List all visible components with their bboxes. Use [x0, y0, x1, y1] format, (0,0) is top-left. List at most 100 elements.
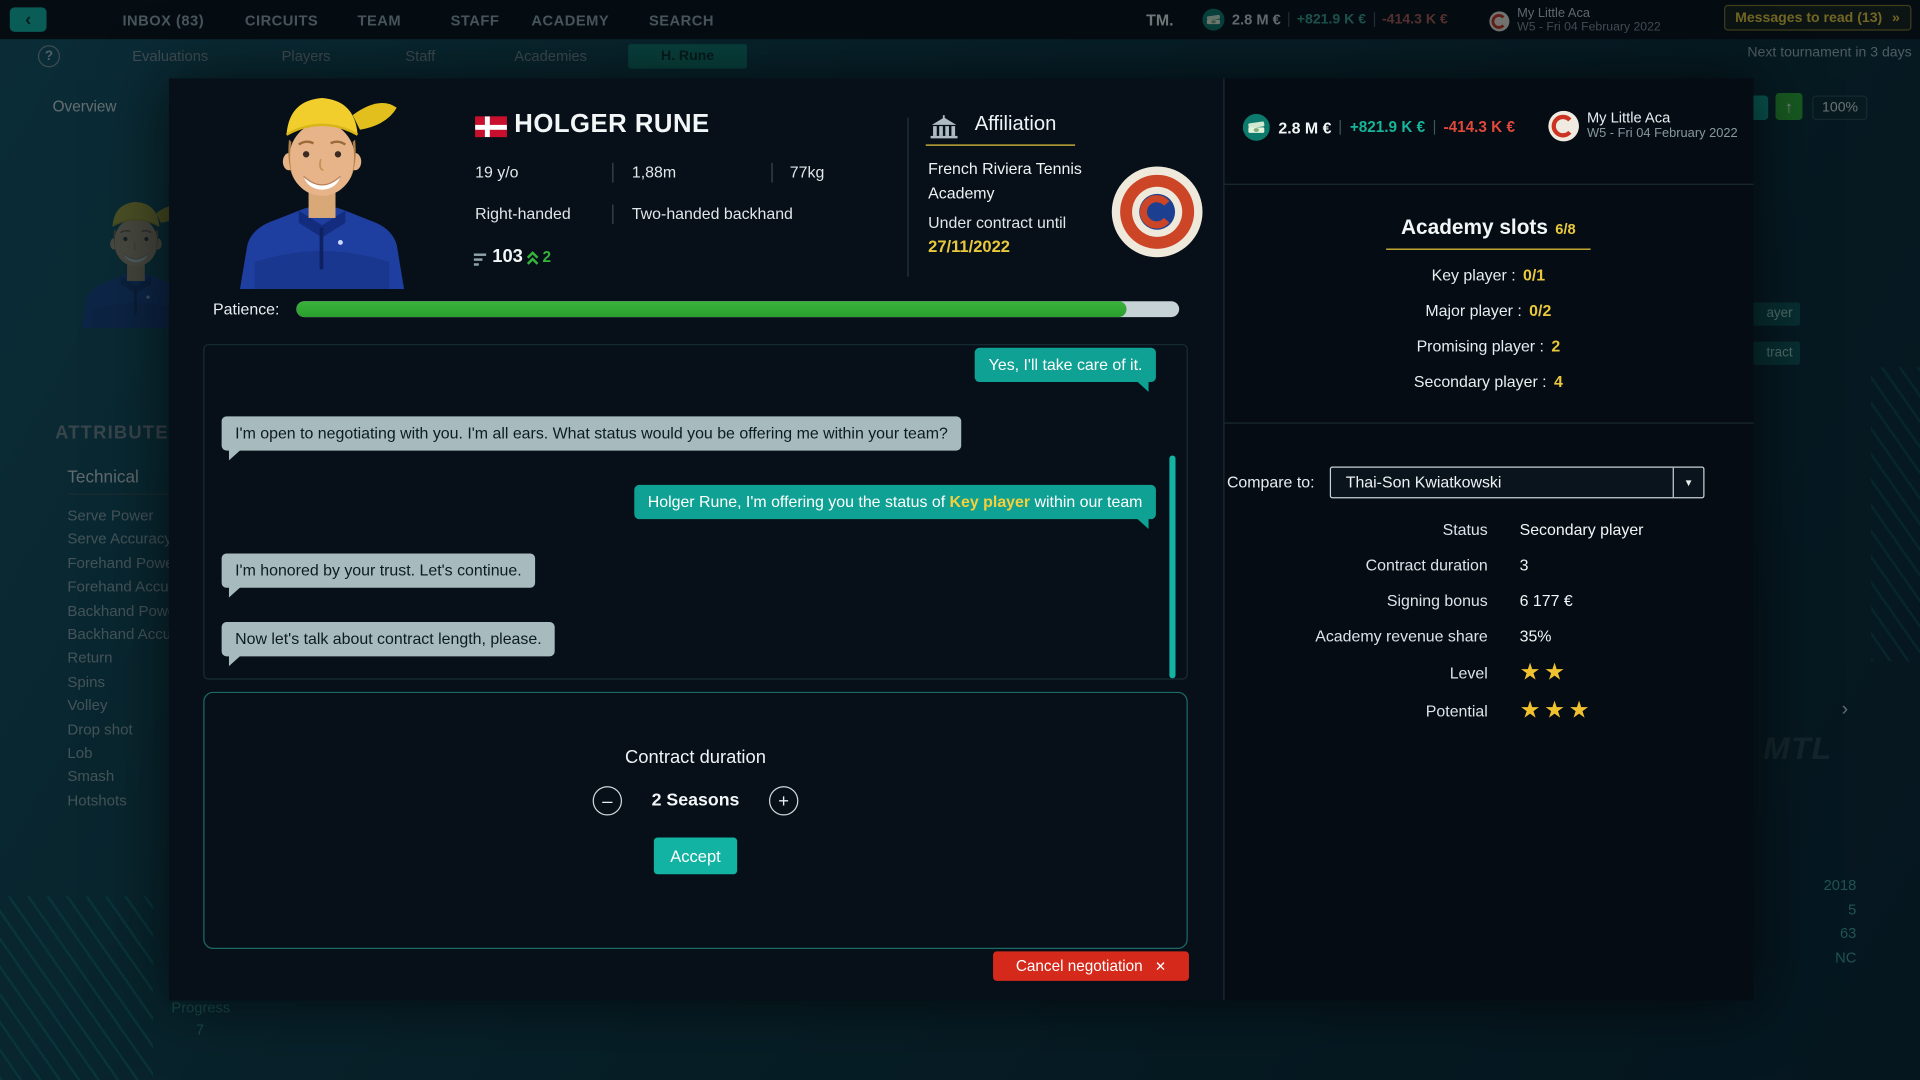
slot-value: 2	[1551, 337, 1560, 355]
panel-club-info: My Little Aca W5 - Fri 04 February 2022	[1587, 109, 1749, 142]
cancel-negotiation-button[interactable]: Cancel negotiation ✕	[993, 951, 1189, 980]
academy-slot-row: Promising player :2	[1223, 328, 1753, 364]
detail-label: Academy revenue share	[1223, 627, 1487, 645]
detail-value: Secondary player	[1520, 520, 1754, 538]
minus-icon: –	[602, 792, 612, 810]
panel-balance: 2.8 M €	[1278, 118, 1331, 136]
money-icon	[1243, 114, 1270, 141]
star-icon: ★	[1569, 698, 1594, 724]
contract-until-label: Under contract until	[928, 213, 1066, 231]
academy-slot-row: Major player : 0/2	[1223, 293, 1753, 329]
chat-text: Yes, I'll take care of it.	[989, 355, 1143, 373]
divider	[612, 204, 613, 224]
accept-button[interactable]: Accept	[654, 838, 737, 875]
dropdown-arrow-icon: ▼	[1673, 468, 1704, 497]
contract-until-date: 27/11/2022	[928, 238, 1010, 256]
chat-bubble-manager: Holger Rune, I'm offering you the status…	[634, 485, 1156, 519]
affiliation-heading: Affiliation	[975, 113, 1057, 136]
divider	[1434, 120, 1435, 135]
panel-expense: -414.3 K €	[1444, 119, 1515, 136]
compare-detail-row: Status Secondary player	[1223, 512, 1753, 548]
compare-player-dropdown[interactable]: Thai-Son Kwiatkowski ▼	[1330, 467, 1705, 499]
divider	[1340, 120, 1341, 135]
compare-detail-row: Potential★★★	[1223, 692, 1753, 730]
divider	[1223, 422, 1753, 423]
star-rating: ★★★	[1520, 699, 1754, 722]
slot-label: Major player :	[1425, 301, 1521, 319]
chat-text: I'm open to negotiating with you. I'm al…	[235, 424, 948, 442]
slot-label: Key player :	[1432, 266, 1516, 284]
chat-bubble-manager: Yes, I'll take care of it.	[975, 348, 1156, 382]
player-weight: 77kg	[790, 163, 825, 181]
slot-value: 0/2	[1529, 301, 1551, 319]
compare-detail-row: Academy revenue share 35%	[1223, 618, 1753, 654]
panel-club-date: W5 - Fri 04 February 2022	[1587, 126, 1749, 142]
slots-title: Academy slots	[1401, 216, 1548, 240]
chat-bubble-player: Now let's talk about contract length, pl…	[222, 622, 556, 656]
affiliation-underline	[926, 144, 1075, 145]
chat-scrollbar[interactable]	[1169, 456, 1175, 679]
increase-duration-button[interactable]: +	[769, 786, 798, 815]
affiliated-academy-name: French Riviera Tennis Academy	[928, 157, 1124, 206]
duration-value: 2 Seasons	[622, 791, 769, 811]
close-icon: ✕	[1155, 958, 1166, 974]
detail-label: Potential	[1223, 702, 1487, 720]
slot-value: 4	[1554, 372, 1563, 390]
player-handedness: Right-handed	[475, 204, 571, 222]
slot-label: Secondary player :	[1414, 372, 1547, 390]
star-icon: ★	[1544, 698, 1569, 724]
detail-label: Status	[1223, 520, 1487, 538]
academy-building-icon	[928, 115, 960, 139]
compare-details: Status Secondary player Contract duration 3…	[1223, 512, 1753, 730]
duration-stepper: – 2 Seasons +	[204, 786, 1186, 815]
affiliated-academy-logo	[1109, 164, 1205, 260]
compare-player-value: Thai-Son Kwiatkowski	[1331, 468, 1673, 497]
compare-detail-row: Signing bonus 6 177 €	[1223, 583, 1753, 619]
star-icon: ★	[1520, 660, 1545, 686]
patience-label: Patience:	[213, 300, 279, 318]
detail-value: 3	[1520, 556, 1754, 574]
star-icon: ★	[1520, 698, 1545, 724]
player-photo	[218, 78, 426, 289]
contract-duration-title: Contract duration	[204, 747, 1186, 768]
ranking-change: 2	[542, 249, 551, 266]
patience-fill	[296, 301, 1126, 317]
divider	[907, 118, 908, 277]
slot-rows: Key player : 0/1Major player : 0/2 Promisin…	[1223, 257, 1753, 399]
academy-slots-heading: Academy slots 6/8	[1223, 216, 1753, 240]
chat-text: Now let's talk about contract length, pl…	[235, 629, 542, 647]
academy-slot-row: Secondary player : 4	[1223, 364, 1753, 400]
chat-messages: Yes, I'll take care of it. I'm open to ne…	[222, 348, 1170, 657]
player-height: 1,88m	[632, 163, 676, 181]
game-screen: ‹ INBOX (83)CIRCUITSTEAMSTAFFACADEMYSEAR…	[0, 0, 1920, 1080]
chat-text: Holger Rune, I'm offering you the status…	[648, 492, 950, 510]
decrease-duration-button[interactable]: –	[593, 786, 622, 815]
denmark-flag-icon	[475, 116, 507, 137]
panel-income: +821.9 K €	[1350, 119, 1425, 136]
compare-to-label: Compare to:	[1227, 473, 1315, 491]
detail-value: 35%	[1520, 627, 1754, 645]
slot-value: 0/1	[1523, 266, 1545, 284]
panel-club-name: My Little Aca	[1587, 109, 1749, 126]
player-age: 19 y/o	[475, 163, 518, 181]
divider	[612, 163, 613, 183]
academy-logo-icon	[1548, 110, 1580, 142]
academy-slot-row: Key player : 0/1	[1223, 257, 1753, 293]
detail-label: Signing bonus	[1223, 591, 1487, 609]
player-name: HOLGER RUNE	[514, 110, 709, 139]
detail-value: 6 177 €	[1520, 591, 1754, 609]
detail-label: Contract duration	[1223, 556, 1487, 574]
chat-text: within our team	[1030, 492, 1142, 510]
negotiation-chat: Yes, I'll take care of it. I'm open to ne…	[203, 344, 1187, 680]
cancel-label: Cancel negotiation	[1016, 958, 1143, 975]
chat-bubble-player: I'm open to negotiating with you. I'm al…	[222, 416, 962, 450]
star-rating: ★★	[1520, 661, 1754, 684]
detail-label: Level	[1223, 664, 1487, 682]
star-icon: ★	[1544, 660, 1569, 686]
slots-count: 6/8	[1555, 220, 1575, 237]
chat-text: I'm honored by your trust. Let's continu…	[235, 561, 522, 579]
panel-finances: 2.8 M € +821.9 K € -414.3 K €	[1243, 111, 1515, 143]
divider	[1223, 184, 1753, 185]
ranking-up-icon	[527, 250, 539, 265]
slots-underline	[1386, 249, 1590, 250]
